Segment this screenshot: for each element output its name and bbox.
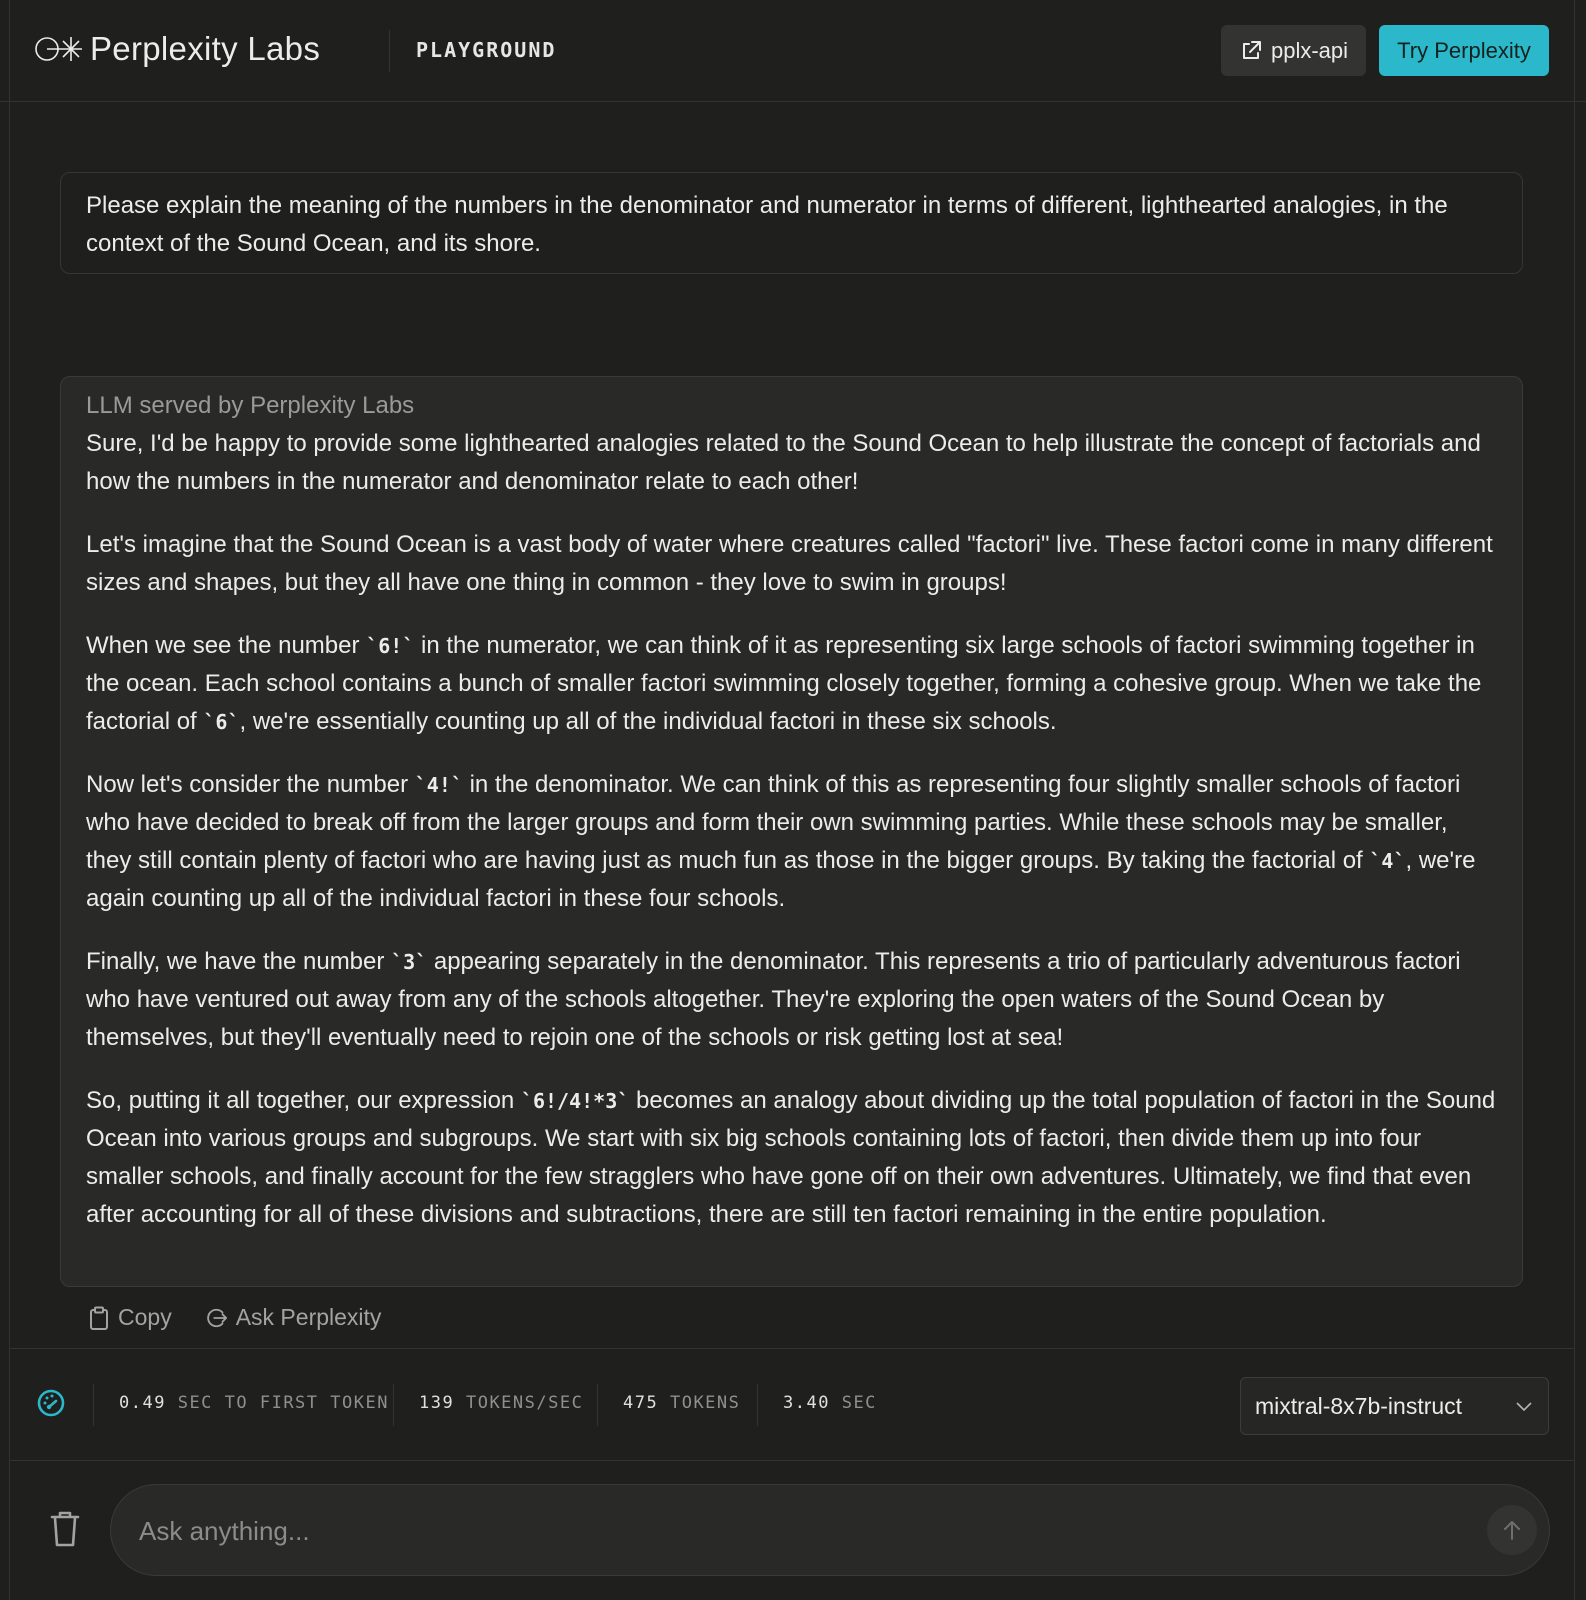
model-select[interactable]: mixtral-8x7b-instruct	[1240, 1377, 1549, 1435]
trash-icon[interactable]	[50, 1510, 80, 1548]
answer-paragraph: When we see the number `6!` in the numer…	[86, 632, 1482, 735]
stat-token-count: 475 TOKENS	[623, 1393, 741, 1413]
arrow-up-icon	[1504, 1521, 1520, 1540]
pplx-api-label: pplx-api	[1270, 37, 1349, 63]
stat-time-to-first-token: 0.49 SEC TO FIRST TOKEN	[119, 1393, 389, 1413]
brand-name: Perplexity Labs	[90, 30, 321, 67]
try-perplexity-button[interactable]: Try Perplexity	[1379, 25, 1549, 76]
stat-total-time: 3.40 SEC	[783, 1393, 877, 1413]
inline-code: `3`	[391, 950, 428, 974]
inline-code: `6!/4!*3`	[520, 1089, 630, 1113]
copy-button[interactable]: Copy	[88, 1304, 172, 1331]
inline-code: `6!`	[366, 634, 415, 658]
model-select-value: mixtral-8x7b-instruct	[1255, 1392, 1463, 1419]
external-link-icon	[1242, 40, 1261, 59]
speedometer-icon	[37, 1389, 65, 1417]
ask-perplexity-label: Ask Perplexity	[235, 1304, 382, 1330]
brand-logo[interactable]: Perplexity Labs	[34, 30, 320, 68]
clipboard-icon	[90, 1306, 108, 1330]
ask-perplexity-button[interactable]: Ask Perplexity	[206, 1304, 382, 1331]
chat-input-container	[110, 1484, 1550, 1577]
stat-divider	[93, 1384, 94, 1426]
answer-body: Sure, I'd be happy to provide some light…	[86, 425, 1497, 1234]
answer-source-label: LLM served by Perplexity Labs	[86, 392, 415, 419]
copy-label: Copy	[118, 1304, 172, 1330]
top-bar: Perplexity Labs PLAYGROUND pplx-api Try …	[0, 0, 1586, 102]
answer-paragraph: Now let's consider the number `4!` in th…	[86, 771, 1476, 912]
send-button[interactable]	[1487, 1505, 1537, 1555]
answer-paragraph: Finally, we have the number `3` appearin…	[86, 948, 1461, 1051]
answer-actions: Copy Ask Perplexity	[88, 1304, 415, 1331]
header-divider	[389, 30, 390, 72]
answer-paragraph: Sure, I'd be happy to provide some light…	[86, 430, 1481, 495]
answer-card: LLM served by Perplexity Labs Sure, I'd …	[60, 376, 1523, 1287]
pplx-api-button[interactable]: pplx-api	[1221, 25, 1366, 76]
perplexity-logo-icon	[35, 37, 82, 61]
inline-code: `4`	[1369, 849, 1406, 873]
stat-divider	[597, 1384, 598, 1426]
user-message: Please explain the meaning of the number…	[60, 172, 1523, 274]
redirect-arrow-icon	[206, 1308, 227, 1327]
answer-paragraph: Let's imagine that the Sound Ocean is a …	[86, 531, 1493, 596]
stat-divider	[393, 1384, 394, 1426]
frame-border-right	[1574, 0, 1575, 1600]
answer-paragraph: So, putting it all together, our express…	[86, 1087, 1496, 1228]
section-title: PLAYGROUND	[416, 38, 557, 62]
stats-bar: 0.49 SEC TO FIRST TOKEN 139 TOKENS/SEC 4…	[9, 1348, 1574, 1461]
chevron-down-icon	[1516, 1402, 1532, 1412]
chat-input[interactable]	[137, 1485, 1441, 1577]
stat-tokens-per-sec: 139 TOKENS/SEC	[419, 1393, 584, 1413]
inline-code: `4!`	[414, 773, 463, 797]
stat-divider	[757, 1384, 758, 1426]
inline-code: `6`	[203, 710, 240, 734]
